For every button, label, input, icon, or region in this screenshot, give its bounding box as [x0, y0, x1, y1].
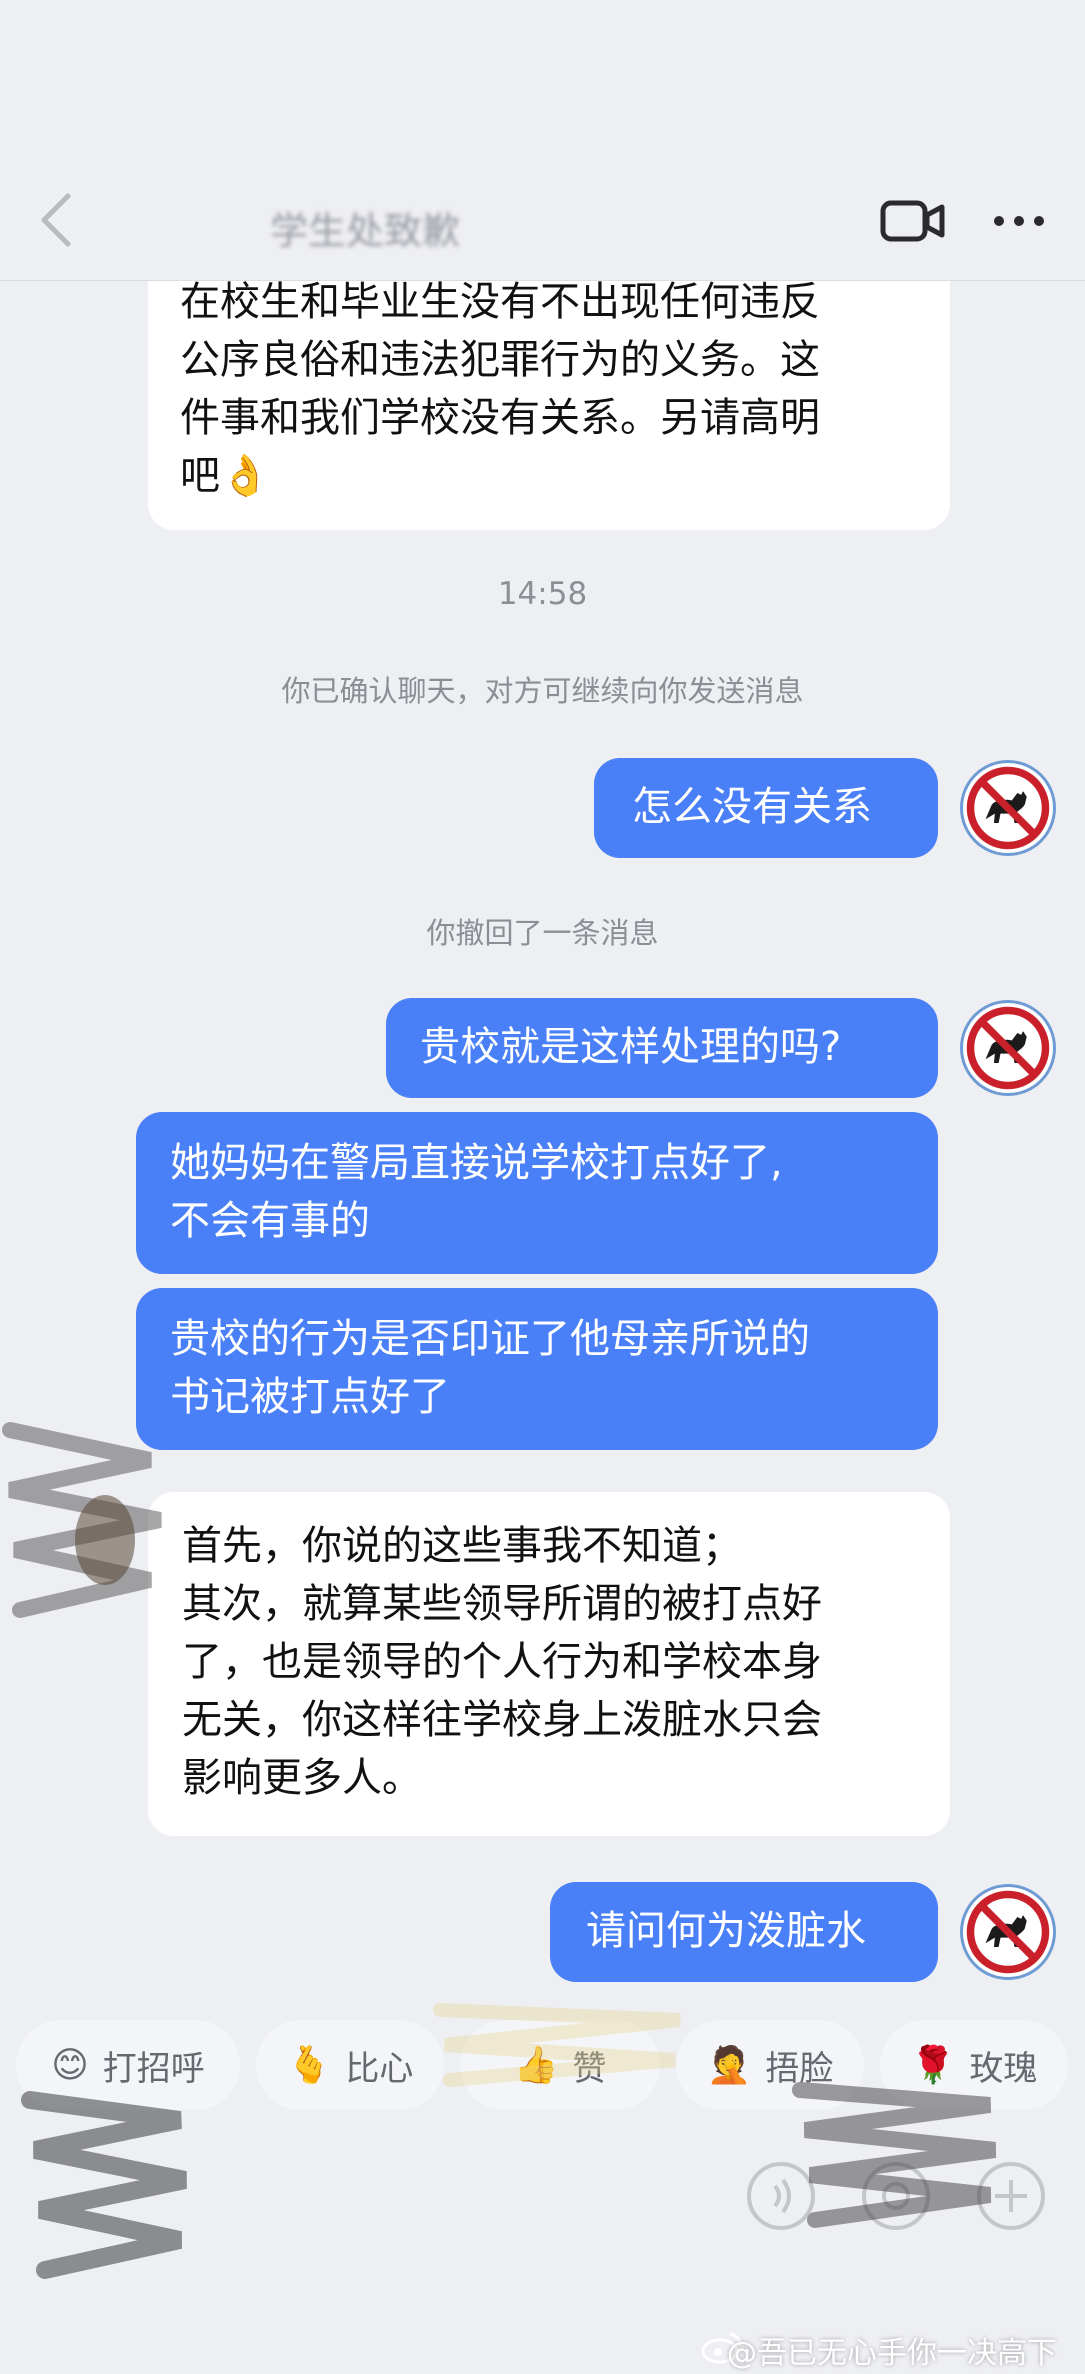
chat-title: 学生处致歉 — [270, 209, 461, 253]
outgoing-message[interactable]: 贵校的行为是否印证了他母亲所说的 书记被打点好了 — [136, 1288, 938, 1450]
no-dog-sign-icon — [966, 766, 1050, 850]
facepalm-emoji-icon: 🤦 — [706, 2045, 752, 2086]
thumbs-up-emoji-icon: 👍 — [513, 2045, 559, 2086]
outgoing-message[interactable]: 请问何为泼脏水 — [550, 1882, 938, 1982]
avatar[interactable] — [960, 760, 1056, 856]
quick-reply-bar: 😊 打招呼 🫰 比心 👍 赞 🤦 捂脸 🌹 玫瑰 — [0, 2020, 1085, 2115]
voice-input-icon[interactable] — [745, 2160, 817, 2232]
rose-emoji-icon: 🌹 — [910, 2045, 956, 2086]
plus-icon[interactable] — [975, 2160, 1047, 2232]
incoming-message[interactable]: 首先，你说的这些事我不知道； 其次，就算某些领导所谓的被打点好 了，也是领导的个… — [148, 1492, 950, 1836]
quick-reply-label: 比心 — [345, 2048, 414, 2089]
quick-reply-chip[interactable]: 🫰 比心 — [256, 2020, 444, 2110]
quick-reply-chip[interactable]: 😊 打招呼 — [16, 2020, 240, 2110]
privacy-scribble — [2, 1422, 162, 1618]
no-dog-sign-icon — [966, 1890, 1050, 1974]
quick-reply-label: 赞 — [572, 2048, 607, 2089]
outgoing-message[interactable]: 贵校就是这样处理的吗? — [386, 998, 938, 1098]
avatar[interactable] — [960, 1884, 1056, 1980]
quick-reply-chip[interactable]: 🌹 玫瑰 — [880, 2020, 1068, 2110]
chat-header: 学生处致歉 — [0, 0, 1085, 281]
more-dots-icon[interactable] — [992, 214, 1046, 228]
emoji-panel-icon[interactable] — [860, 2160, 932, 2232]
quick-reply-label: 捂脸 — [765, 2048, 834, 2089]
chat-confirmed-note: 你已确认聊天，对方可继续向你发送消息 — [281, 674, 804, 708]
outgoing-message[interactable]: 她妈妈在警局直接说学校打点好了, 不会有事的 — [136, 1112, 938, 1274]
finger-heart-emoji-icon: 🫰 — [286, 2045, 332, 2086]
smile-emoji-icon: 😊 — [51, 2044, 89, 2086]
recalled-note: 你撤回了一条消息 — [426, 916, 659, 950]
quick-reply-label: 打招呼 — [102, 2048, 205, 2089]
chevron-left-icon[interactable] — [38, 190, 74, 250]
watermark-text: @吾已无心手你一决高下 — [727, 2336, 1057, 2371]
message-timestamp: 14:58 — [497, 576, 588, 612]
quick-reply-chip[interactable]: 🤦 捂脸 — [676, 2020, 864, 2110]
quick-reply-chip[interactable]: 👍 赞 — [460, 2020, 660, 2110]
no-dog-sign-icon — [966, 1006, 1050, 1090]
video-call-icon[interactable] — [880, 198, 946, 244]
quick-reply-label: 玫瑰 — [969, 2048, 1038, 2089]
avatar[interactable] — [960, 1000, 1056, 1096]
outgoing-message[interactable]: 怎么没有关系 — [594, 758, 938, 858]
